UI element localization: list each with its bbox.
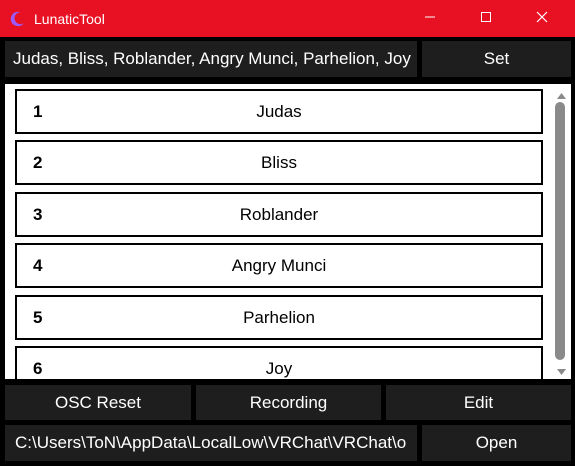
- vertical-scrollbar[interactable]: [552, 84, 571, 379]
- edit-button[interactable]: Edit: [386, 385, 571, 420]
- list-item-number: 5: [33, 308, 43, 327]
- osc-reset-button[interactable]: OSC Reset: [5, 385, 191, 420]
- list-item-number: 1: [33, 102, 43, 121]
- window-title: LunaticTool: [34, 11, 105, 27]
- set-button[interactable]: Set: [422, 41, 571, 77]
- list-item-name: Parhelion: [243, 308, 315, 327]
- open-button[interactable]: Open: [422, 425, 571, 461]
- title-bar[interactable]: LunaticTool: [0, 0, 575, 37]
- maximize-button[interactable]: [459, 0, 513, 37]
- list-item[interactable]: Angry Munci 4: [15, 243, 543, 288]
- list-item[interactable]: Judas 1: [15, 89, 543, 134]
- list-item-name: Bliss: [261, 153, 297, 172]
- list-item-number: 2: [33, 153, 43, 172]
- crescent-moon-icon: [8, 10, 26, 28]
- scroll-up-arrow-icon[interactable]: [556, 88, 567, 99]
- main-panel: Judas, Bliss, Roblander, Angry Munci, Pa…: [0, 37, 575, 466]
- list-item[interactable]: Parhelion 5: [15, 295, 543, 340]
- log-path-field[interactable]: C:\Users\ToN\AppData\LocalLow\VRChat\VRC…: [5, 425, 417, 461]
- list-item-name: Joy: [265, 359, 293, 378]
- minimize-icon: [424, 10, 436, 28]
- names-input[interactable]: Judas, Bliss, Roblander, Angry Munci, Pa…: [5, 41, 417, 77]
- list-item-number: 3: [33, 205, 43, 224]
- list-item-name: Roblander: [239, 205, 319, 224]
- ranking-list[interactable]: Judas 1 Bliss 2 Roblander 3 Angry Munci …: [5, 84, 571, 379]
- list-item-number: 6: [33, 359, 43, 378]
- app-window: LunaticTool Judas, Bliss, Roblander, Ang…: [0, 0, 575, 466]
- close-icon: [536, 10, 548, 28]
- list-item[interactable]: Roblander 3: [15, 192, 543, 237]
- scrollbar-thumb[interactable]: [555, 102, 565, 360]
- list-item-name: Angry Munci: [231, 256, 327, 275]
- list-item[interactable]: Joy 6: [15, 346, 543, 379]
- close-button[interactable]: [515, 0, 569, 37]
- recording-button[interactable]: Recording: [196, 385, 381, 420]
- list-item-number: 4: [33, 256, 43, 275]
- scroll-down-arrow-icon[interactable]: [556, 364, 567, 375]
- maximize-icon: [480, 10, 492, 28]
- list-item[interactable]: Bliss 2: [15, 140, 543, 185]
- list-item-name: Judas: [256, 102, 302, 121]
- minimize-button[interactable]: [403, 0, 457, 37]
